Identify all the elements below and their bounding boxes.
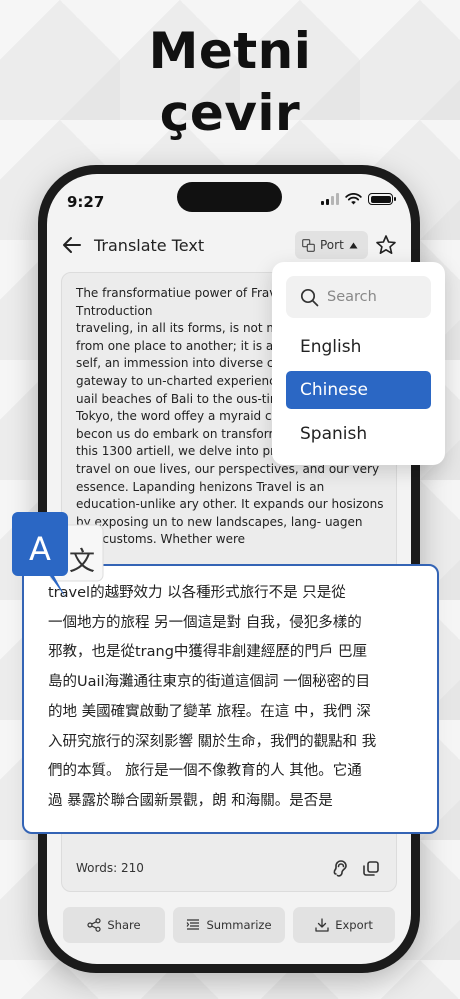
language-option-english[interactable]: English [286,328,431,366]
translated-text-card: travel的越野效力 以各種形式旅行不是 只是從 一個地方的旅程 另一個這是對… [22,564,439,834]
language-search[interactable] [286,276,431,318]
share-label: Share [107,918,141,932]
badge-letter-a: A [29,530,51,568]
signal-icon [321,193,339,205]
battery-icon [368,193,396,205]
headline-line-1: Metni [148,22,312,80]
export-icon [315,918,329,932]
summarize-label: Summarize [206,918,272,932]
status-time: 9:27 [67,193,105,211]
star-icon[interactable] [375,234,397,256]
language-dropdown: English Chinese Spanish [272,262,445,465]
page-title: Translate Text [94,236,205,255]
summarize-button[interactable]: Summarize [172,907,286,943]
language-selector-label: Port [320,238,344,252]
translate-badge-icon: A 文 [12,512,104,598]
translated-text: travel的越野效力 以各種形式旅行不是 只是從 一個地方的旅程 另一個這是對… [48,585,377,809]
language-option-chinese[interactable]: Chinese [286,371,431,409]
export-button[interactable]: Export [293,907,395,943]
dynamic-island [177,182,282,212]
language-selector[interactable]: Port [295,231,368,259]
language-option-spanish[interactable]: Spanish [286,415,431,453]
search-icon [300,288,319,306]
action-bar: Share Summarize Export [63,907,395,943]
search-input[interactable] [327,289,423,305]
share-button[interactable]: Share [63,907,165,943]
wifi-icon [345,193,362,205]
translate-icon [302,238,315,252]
back-arrow-icon[interactable] [61,234,83,256]
status-icons [321,193,396,205]
headline: Metni çevir [0,20,460,144]
caret-up-icon [349,242,358,248]
headline-line-2: çevir [159,84,301,142]
summarize-icon [187,919,200,930]
listen-icon[interactable] [330,859,350,879]
share-icon [87,918,101,932]
export-label: Export [335,918,373,932]
badge-letter-x: 文 [69,547,95,577]
word-count: Words: 210 [76,861,144,875]
copy-icon[interactable] [361,859,381,879]
